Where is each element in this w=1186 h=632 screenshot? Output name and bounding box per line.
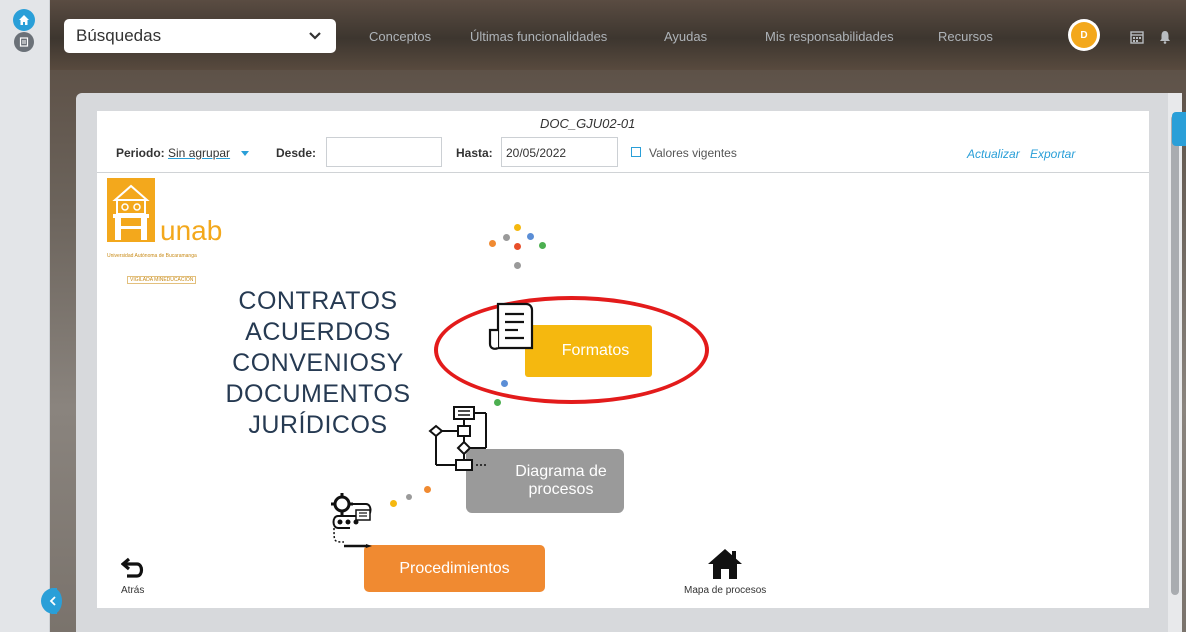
calendar-icon[interactable] (1130, 30, 1144, 44)
scrollbar-thumb[interactable] (1171, 115, 1179, 595)
avatar[interactable]: D (1068, 19, 1100, 51)
search-select-value: Búsquedas (76, 26, 162, 45)
mapa-procesos-label[interactable]: Mapa de procesos (684, 585, 766, 596)
decor-dot (514, 262, 521, 269)
nav-ayudas[interactable]: Ayudas (664, 29, 707, 44)
top-bar: Búsquedas Conceptos Últimas funcionalida… (50, 0, 1186, 70)
nav-recursos[interactable]: Recursos (938, 29, 993, 44)
home-icon[interactable] (706, 547, 744, 581)
chevron-left-icon (49, 596, 56, 606)
periodo-value[interactable]: Sin agrupar (168, 146, 230, 160)
left-rail (0, 0, 50, 632)
nav-mis-responsabilidades[interactable]: Mis responsabilidades (765, 29, 894, 44)
periodo-label: Periodo: (116, 146, 165, 160)
collapse-rail-button[interactable] (44, 588, 62, 614)
valores-vigentes-checkbox[interactable] (631, 147, 641, 157)
desde-label-text: Desde: (276, 146, 317, 160)
chevron-down-icon (309, 32, 321, 40)
hasta-label: Hasta: (456, 146, 493, 160)
title-line: ACUERDOS (245, 318, 391, 346)
title-line: CONTRATOS (238, 287, 398, 315)
decor-dot (514, 224, 521, 231)
unab-logo (107, 178, 155, 242)
actualizar-link[interactable]: Actualizar (967, 147, 1020, 161)
nav-conceptos[interactable]: Conceptos (369, 29, 431, 44)
desde-input[interactable] (326, 137, 442, 167)
page-title: CONTRATOS ACUERDOS CONVENIOSY DOCUMENTOS… (208, 286, 428, 441)
decor-dot (527, 233, 534, 240)
procedimientos-button[interactable]: Procedimientos (364, 545, 545, 592)
home-icon[interactable] (13, 9, 35, 31)
decor-dot (539, 242, 546, 249)
decor-dot (494, 399, 501, 406)
avatar-initial: D (1071, 22, 1097, 48)
formatos-button[interactable]: Formatos (525, 325, 652, 377)
nav-ultimas-funcionalidades[interactable]: Últimas funcionalidades (470, 29, 607, 44)
title-line: DOCUMENTOS (225, 380, 411, 408)
document-icon[interactable] (14, 32, 34, 52)
decor-dot (489, 240, 496, 247)
caret-down-icon[interactable] (241, 151, 250, 157)
scroll-tab[interactable] (1172, 112, 1186, 146)
logo-tag: VIGILADA MINEDUCACIÓN (127, 276, 197, 284)
flowchart-icon (428, 406, 488, 471)
search-select[interactable]: Búsquedas (64, 19, 336, 53)
title-line: JURÍDICOS (248, 411, 388, 439)
logo-wordmark: unab (160, 215, 223, 246)
logo-subtitle: Universidad Autónoma de Bucaramanga (107, 253, 197, 259)
hasta-label-text: Hasta: (456, 146, 493, 160)
desde-label: Desde: (276, 146, 316, 160)
decor-dot (503, 234, 510, 241)
decor-dot (424, 486, 431, 493)
hasta-input[interactable]: 20/05/2022 (501, 137, 618, 167)
periodo-filter[interactable]: Periodo: Sin agrupar (116, 146, 250, 160)
back-label[interactable]: Atrás (121, 585, 144, 596)
document-scroll-icon (488, 302, 534, 350)
decor-dot (406, 494, 412, 500)
decor-dot (390, 500, 397, 507)
valores-vigentes-label: Valores vigentes (649, 146, 737, 160)
title-line: CONVENIOSY (232, 349, 404, 377)
decor-dot (514, 243, 521, 250)
document-code: DOC_GJU02-01 (540, 116, 636, 131)
back-arrow-icon[interactable] (121, 556, 147, 580)
exportar-link[interactable]: Exportar (1030, 147, 1075, 161)
header-divider (97, 172, 1149, 173)
gear-process-icon (331, 493, 372, 548)
bell-icon[interactable] (1159, 30, 1171, 44)
